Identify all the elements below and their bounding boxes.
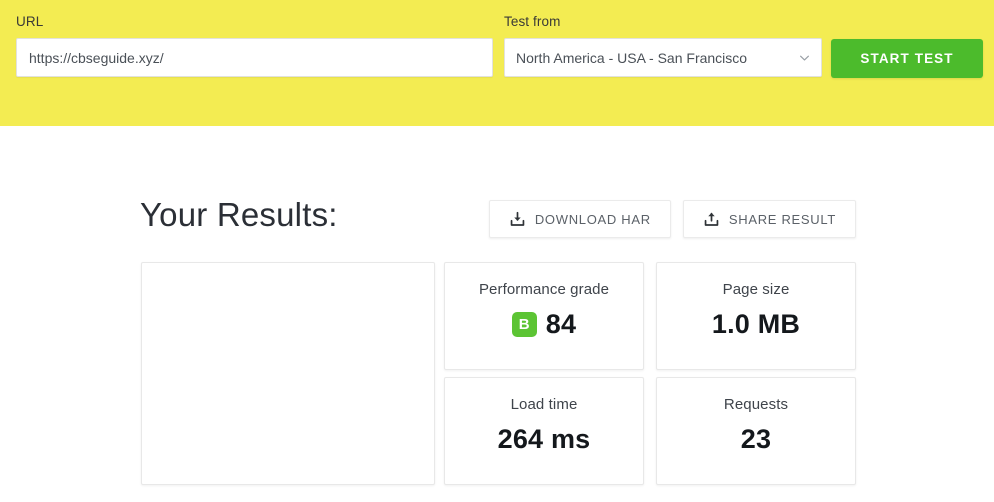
results-actions: DOWNLOAD HAR SHARE RESULT: [488, 200, 856, 238]
results-chart-panel: [141, 262, 435, 485]
page-title: Your Results:: [140, 196, 338, 233]
metric-value: 1.0 MB: [711, 309, 801, 339]
results-section: Your Results: DOWNLOAD HAR SHARE RESULT: [0, 126, 994, 502]
share-result-button[interactable]: SHARE RESULT: [682, 200, 856, 238]
url-label: URL: [16, 14, 44, 29]
status-badge: B: [511, 311, 537, 337]
results-header: Your Results: DOWNLOAD HAR SHARE RESULT: [140, 196, 856, 242]
metric-card-performance-grade: Performance grade B 84: [444, 262, 644, 370]
url-input[interactable]: [16, 38, 493, 77]
share-result-label: SHARE RESULT: [728, 211, 836, 227]
location-field-group: Test from North America - USA - San Fran…: [504, 14, 822, 77]
download-har-button[interactable]: DOWNLOAD HAR: [488, 200, 671, 238]
metric-card-page-size: Page size 1.0 MB: [656, 262, 856, 370]
test-configuration-bar: URL Test from North America - USA - San …: [0, 0, 994, 126]
url-field-group: URL: [16, 14, 493, 77]
metric-card-load-time: Load time 264 ms: [444, 377, 644, 485]
metric-label: Load time: [510, 396, 578, 413]
upload-icon: [704, 212, 719, 226]
metric-value: 23: [740, 424, 772, 454]
location-selected-value: North America - USA - San Francisco: [516, 49, 748, 66]
metric-card-requests: Requests 23: [656, 377, 856, 485]
metric-number: 84: [545, 309, 577, 339]
metrics-grid: Performance grade B 84 Page size 1.0 MB …: [444, 262, 856, 485]
metric-label: Page size: [722, 281, 790, 298]
metric-value: 264 ms: [497, 424, 591, 454]
location-select[interactable]: North America - USA - San Francisco: [504, 38, 822, 77]
metric-label: Performance grade: [478, 281, 610, 298]
start-test-button[interactable]: START TEST: [831, 39, 983, 78]
location-label: Test from: [504, 14, 561, 29]
download-har-label: DOWNLOAD HAR: [534, 211, 651, 227]
download-icon: [510, 211, 525, 226]
location-select-wrapper: North America - USA - San Francisco: [504, 38, 822, 77]
metric-value: B 84: [511, 307, 577, 341]
metric-label: Requests: [723, 396, 789, 413]
